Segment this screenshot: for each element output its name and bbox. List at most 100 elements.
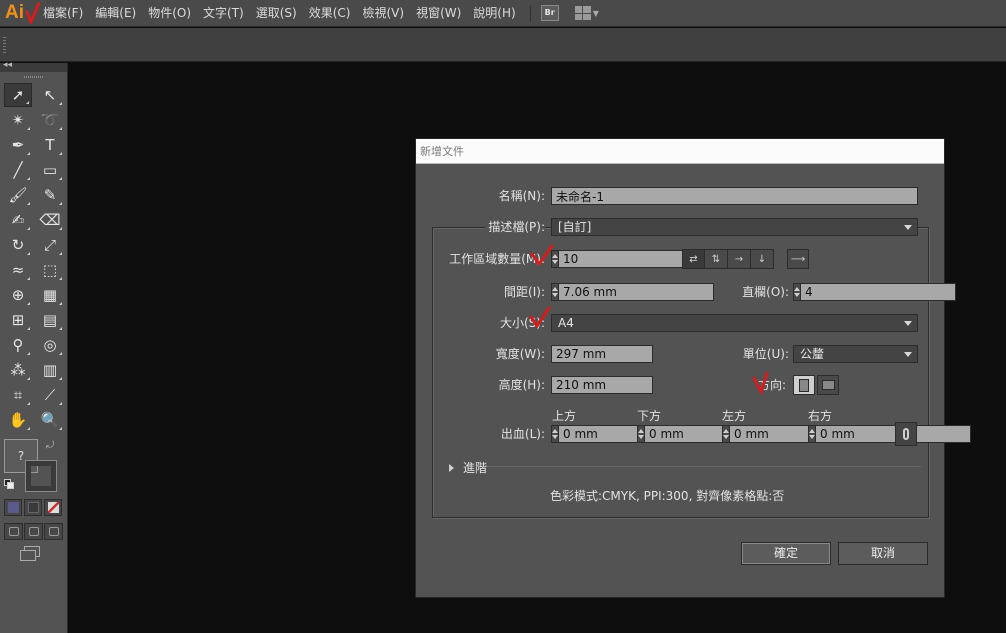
- columns-input[interactable]: [800, 283, 956, 301]
- spacing-input[interactable]: [558, 283, 714, 301]
- artboards-stepper[interactable]: [551, 250, 714, 268]
- menu-help[interactable]: 說明(H): [467, 0, 521, 27]
- menu-view[interactable]: 檢視(V): [356, 0, 410, 27]
- column-graph-tool-icon[interactable]: ▥: [36, 358, 64, 382]
- arrange-documents-button[interactable]: ▼: [574, 6, 599, 20]
- spacing-stepper[interactable]: [551, 283, 714, 301]
- menu-effect[interactable]: 效果(C): [303, 0, 357, 27]
- drawing-mode-row: [0, 523, 67, 540]
- chevron-down-icon: [902, 349, 914, 359]
- menu-object[interactable]: 物件(O): [142, 0, 197, 27]
- portrait-orientation-icon[interactable]: [793, 375, 815, 395]
- right-to-left-layout-icon[interactable]: ⟶: [787, 249, 809, 269]
- artboards-label: 工作區域數量(M):: [449, 252, 545, 266]
- profile-dropdown[interactable]: [自訂]: [551, 218, 918, 236]
- bleed-right-stepper[interactable]: [808, 425, 971, 443]
- link-bleed-icon[interactable]: [895, 422, 917, 446]
- eyedropper-tool-icon[interactable]: ⚲: [4, 333, 32, 357]
- landscape-orientation-icon[interactable]: [817, 375, 839, 395]
- menu-window[interactable]: 視窗(W): [410, 0, 467, 27]
- arrange-by-row-icon[interactable]: →: [728, 249, 751, 269]
- grid-by-column-icon[interactable]: ⇅: [705, 249, 728, 269]
- menu-edit[interactable]: 編輯(E): [89, 0, 142, 27]
- selection-tool-icon[interactable]: ➚: [4, 83, 32, 107]
- pen-tool-icon[interactable]: ✒: [4, 133, 32, 157]
- bleed-top-label: 上方: [552, 409, 577, 423]
- bleed-left-stepper[interactable]: [722, 425, 885, 443]
- columns-stepper[interactable]: [793, 283, 956, 301]
- spin-arrows-icon[interactable]: [551, 425, 558, 443]
- bleed-bottom-stepper[interactable]: [637, 425, 800, 443]
- mesh-tool-icon[interactable]: ⊞: [4, 308, 32, 332]
- grid-by-row-icon[interactable]: ⇄: [682, 249, 705, 269]
- spin-arrows-icon[interactable]: [551, 283, 558, 301]
- default-fill-stroke-icon[interactable]: [4, 479, 14, 489]
- free-transform-tool-icon[interactable]: ⬚: [36, 258, 64, 282]
- control-bar-grip[interactable]: [3, 37, 6, 53]
- units-dropdown[interactable]: 公釐: [793, 345, 918, 363]
- gradient-tool-icon[interactable]: ▤: [36, 308, 64, 332]
- zoom-tool-icon[interactable]: 🔍: [36, 408, 64, 432]
- color-button[interactable]: [4, 499, 22, 516]
- rotate-tool-icon[interactable]: ↻: [4, 233, 32, 257]
- spin-arrows-icon[interactable]: [793, 283, 800, 301]
- menu-select[interactable]: 選取(S): [250, 0, 303, 27]
- gradient-button[interactable]: [24, 499, 42, 516]
- ok-button[interactable]: 確定: [741, 542, 831, 565]
- draw-normal-button[interactable]: [4, 523, 23, 540]
- spin-arrows-icon[interactable]: [722, 425, 729, 443]
- bleed-top-stepper[interactable]: [551, 425, 714, 443]
- rectangle-tool-icon[interactable]: ▭: [36, 158, 64, 182]
- document-name-input[interactable]: [551, 187, 918, 205]
- shape-builder-tool-icon[interactable]: ⊕: [4, 283, 32, 307]
- height-input[interactable]: [551, 376, 653, 394]
- slice-tool-icon[interactable]: ⟋: [36, 383, 64, 407]
- control-bar: [0, 28, 1006, 62]
- none-button[interactable]: [44, 499, 62, 516]
- blend-tool-icon[interactable]: ◎: [36, 333, 64, 357]
- change-screen-mode-icon[interactable]: [18, 546, 44, 564]
- pencil-tool-icon[interactable]: ✎: [36, 183, 64, 207]
- chevron-down-icon: [902, 318, 914, 328]
- swap-fill-stroke-icon[interactable]: ⤾: [46, 440, 54, 451]
- spin-arrows-icon[interactable]: [551, 250, 558, 268]
- size-dropdown[interactable]: A4: [551, 314, 918, 332]
- draw-behind-button[interactable]: [24, 523, 43, 540]
- artboard-layout-buttons: ⇄ ⇅ → ↓: [682, 249, 774, 269]
- spacing-label: 間距(I):: [504, 285, 545, 299]
- line-segment-tool-icon[interactable]: ╱: [4, 158, 32, 182]
- hand-tool-icon[interactable]: ✋: [4, 408, 32, 432]
- chevron-right-icon[interactable]: [449, 464, 454, 472]
- type-tool-icon[interactable]: T: [36, 133, 64, 157]
- direct-selection-tool-icon[interactable]: ↖: [36, 83, 64, 107]
- tools-panel-grip[interactable]: [0, 72, 67, 82]
- spin-arrows-icon[interactable]: [637, 425, 644, 443]
- menu-type[interactable]: 文字(T): [197, 0, 250, 27]
- arrange-by-column-icon[interactable]: ↓: [751, 249, 774, 269]
- perspective-grid-tool-icon[interactable]: ▦: [36, 283, 64, 307]
- paintbrush-tool-icon[interactable]: 🖌: [4, 183, 32, 207]
- blob-brush-tool-icon[interactable]: ✍: [4, 208, 32, 232]
- bleed-right-input[interactable]: [815, 425, 971, 443]
- eraser-tool-icon[interactable]: ⌫: [36, 208, 64, 232]
- spin-arrows-icon[interactable]: [808, 425, 815, 443]
- magic-wand-tool-icon[interactable]: ✴: [4, 108, 32, 132]
- stroke-swatch[interactable]: [25, 460, 57, 492]
- tools-panel: ◂◂ ➚ ↖ ✴ ➰ ✒ T ╱ ▭ 🖌 ✎ ✍ ⌫ ↻ ⤢ ≈ ⬚ ⊕ ▦ ⊞ ▤ ⚲ ◎ ⁂ ▥ ⌗ ⟋ ✋ 🔍 ? ⤾: [0, 60, 68, 633]
- cancel-button[interactable]: 取消: [838, 542, 928, 565]
- advanced-toggle[interactable]: 進階: [463, 459, 487, 477]
- collapse-icon[interactable]: ◂◂: [3, 60, 12, 70]
- menu-file[interactable]: 檔案(F): [40, 0, 89, 27]
- lasso-tool-icon[interactable]: ➰: [36, 108, 64, 132]
- scale-tool-icon[interactable]: ⤢: [36, 233, 64, 257]
- artboard-tool-icon[interactable]: ⌗: [4, 383, 32, 407]
- symbol-sprayer-tool-icon[interactable]: ⁂: [4, 358, 32, 382]
- go-to-bridge-button[interactable]: Br: [540, 5, 559, 21]
- width-input[interactable]: [551, 345, 653, 363]
- chevron-down-icon: ▼: [592, 8, 599, 18]
- warp-tool-icon[interactable]: ≈: [4, 258, 32, 282]
- tools-panel-header[interactable]: ◂◂: [0, 60, 67, 72]
- draw-inside-button[interactable]: [44, 523, 63, 540]
- app-logo: Ai: [0, 0, 40, 27]
- width-label: 寬度(W):: [495, 347, 545, 361]
